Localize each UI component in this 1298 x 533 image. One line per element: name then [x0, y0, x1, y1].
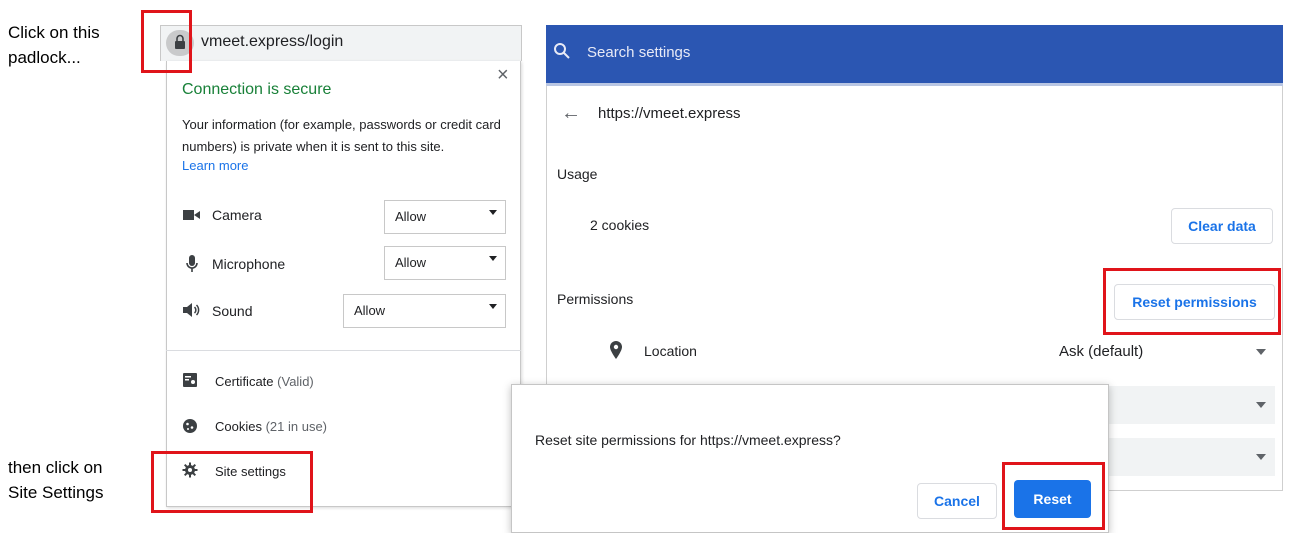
site-settings-instruction-line2: Site Settings: [8, 483, 104, 502]
certificate-icon: [183, 373, 197, 387]
location-label: Location: [644, 343, 697, 359]
camera-permission-value: Allow: [395, 209, 427, 224]
certificate-row[interactable]: Certificate (Valid): [215, 374, 314, 389]
cookies-label: Cookies: [215, 419, 262, 434]
chevron-down-icon: [489, 304, 497, 309]
microphone-label: Microphone: [212, 256, 286, 272]
chevron-down-icon: [489, 210, 497, 215]
cookies-count: 2 cookies: [590, 217, 650, 233]
speaker-icon: [183, 303, 200, 317]
back-arrow-icon[interactable]: ←: [561, 102, 581, 125]
certificate-status: (Valid): [277, 374, 314, 389]
search-settings-input[interactable]: Search settings: [587, 44, 690, 61]
camera-icon: [183, 210, 200, 220]
site-settings-instruction: then click on Site Settings: [8, 455, 103, 505]
clear-data-button[interactable]: Clear data: [1171, 208, 1273, 244]
sound-permission-select[interactable]: Allow: [343, 294, 506, 328]
cookies-status: (21 in use): [265, 419, 328, 434]
cancel-button[interactable]: Cancel: [917, 483, 997, 519]
reset-button-highlight-box: [1002, 462, 1105, 530]
settings-header-shadow: [546, 83, 1283, 86]
certificate-label: Certificate: [215, 374, 274, 389]
chevron-down-icon: [1256, 349, 1266, 355]
usage-heading: Usage: [557, 166, 598, 182]
permissions-heading: Permissions: [557, 291, 634, 307]
learn-more-link[interactable]: Learn more: [182, 158, 248, 173]
padlock-instruction-line2: padlock...: [8, 48, 81, 67]
sound-permission-value: Allow: [354, 303, 386, 318]
location-pin-icon: [610, 341, 622, 359]
search-icon: [554, 43, 570, 59]
sound-label: Sound: [212, 303, 253, 319]
dialog-message: Reset site permissions for https://vmeet…: [535, 432, 841, 448]
site-settings-instruction-line1: then click on: [8, 458, 103, 477]
padlock-instruction-line1: Click on this: [8, 23, 100, 42]
microphone-icon: [186, 255, 198, 272]
padlock-instruction: Click on this padlock...: [8, 20, 100, 70]
cookie-icon: [183, 419, 197, 433]
url-text[interactable]: vmeet.express/login: [201, 33, 343, 51]
microphone-permission-value: Allow: [395, 255, 427, 270]
site-settings-highlight-box: [151, 451, 313, 513]
location-permission-select[interactable]: Ask (default): [1049, 333, 1275, 369]
cookies-row[interactable]: Cookies (21 in use): [215, 419, 327, 434]
chevron-down-icon: [1256, 454, 1266, 460]
camera-permission-select[interactable]: Allow: [384, 200, 506, 234]
chevron-down-icon: [1256, 402, 1266, 408]
camera-label: Camera: [212, 207, 262, 223]
reset-permissions-highlight-box: [1103, 268, 1281, 335]
microphone-permission-select[interactable]: Allow: [384, 246, 506, 280]
site-url-title: https://vmeet.express: [598, 105, 741, 122]
padlock-highlight-box: [141, 10, 192, 73]
connection-status-title: Connection is secure: [182, 81, 332, 98]
location-permission-value: Ask (default): [1059, 343, 1144, 360]
connection-description: Your information (for example, passwords…: [182, 117, 501, 154]
chevron-down-icon: [489, 256, 497, 261]
close-icon[interactable]: ×: [497, 64, 509, 87]
popup-divider: [166, 350, 521, 351]
